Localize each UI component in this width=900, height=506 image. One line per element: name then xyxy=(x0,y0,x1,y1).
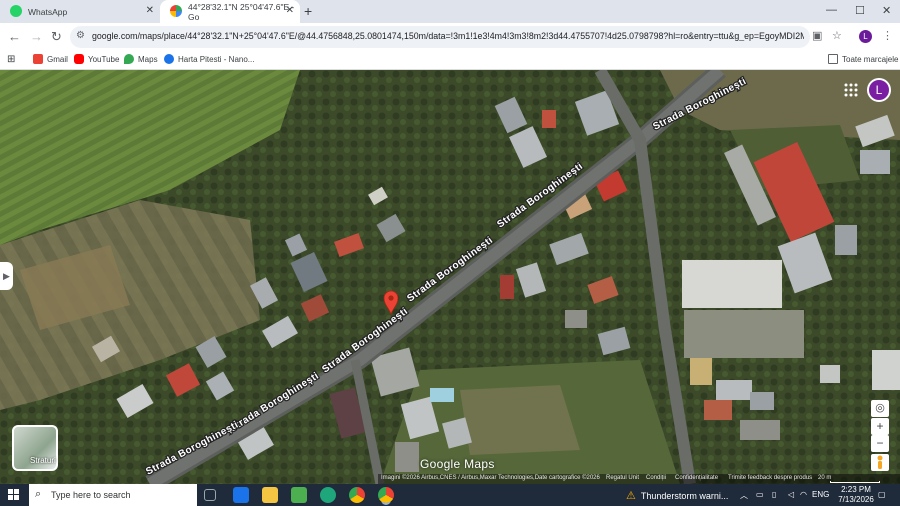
region-link[interactable]: Regatul Unit xyxy=(606,475,639,481)
bookmark-youtube[interactable]: YouTube xyxy=(74,54,119,64)
expand-sidebar-button[interactable]: ▶ xyxy=(0,262,13,290)
file-explorer-icon[interactable] xyxy=(262,487,278,503)
youtube-icon xyxy=(74,54,84,64)
privacy-link[interactable]: Confidențialitate xyxy=(675,475,718,481)
weather-widget[interactable]: ⚠ Thunderstorm warni... xyxy=(626,489,728,502)
bookmark-label: Harta Pitesti - Nano... xyxy=(178,54,255,64)
bookmark-harta[interactable]: Harta Pitesti - Nano... xyxy=(164,54,254,64)
minimize-icon[interactable]: — xyxy=(826,4,837,16)
zoom-in-button[interactable]: + xyxy=(871,418,889,435)
taskbar-search[interactable]: ⌕ Type here to search xyxy=(29,484,197,506)
imagery-credit: Imagini ©2026 Airbus,CNES / Airbus,Maxar… xyxy=(381,475,600,481)
notifications-icon[interactable]: ▢ xyxy=(878,490,886,499)
tab-whatsapp[interactable]: WhatsApp ✕ xyxy=(0,0,160,23)
install-app-icon[interactable]: ▣ xyxy=(812,29,822,42)
close-tab-icon[interactable]: ✕ xyxy=(146,5,154,16)
zoom-out-button[interactable]: − xyxy=(871,435,889,452)
account-avatar[interactable]: L xyxy=(867,78,891,102)
bookmark-label: YouTube xyxy=(88,54,120,64)
task-view-icon[interactable] xyxy=(204,489,216,501)
clock-time: 2:23 PM xyxy=(841,485,871,494)
reload-icon[interactable]: ↻ xyxy=(51,29,62,45)
gmail-icon xyxy=(33,54,43,64)
profile-avatar[interactable]: L xyxy=(859,30,872,43)
show-hidden-icons[interactable]: ︿ xyxy=(740,490,748,501)
satellite-map[interactable]: Strada Boroghinești Strada Boroghinești … xyxy=(0,70,900,484)
bookmark-gmail[interactable]: Gmail xyxy=(33,54,68,64)
chrome-active-icon[interactable] xyxy=(378,487,394,503)
bookmark-maps[interactable]: Maps xyxy=(124,54,158,64)
street-view-pegman-icon[interactable] xyxy=(871,454,889,471)
bookmark-label: Gmail xyxy=(47,54,68,64)
tab-maps[interactable]: 44°28'32.1"N 25°04'47.6"E - Go ✕ xyxy=(160,0,300,23)
tab-title: 44°28'32.1"N 25°04'47.6"E - Go xyxy=(188,1,295,22)
tab-title: WhatsApp xyxy=(28,6,68,17)
my-location-button[interactable]: ◎ xyxy=(871,400,889,417)
harta-icon xyxy=(164,54,174,64)
close-window-icon[interactable]: ✕ xyxy=(882,4,891,17)
close-tab-icon[interactable]: ✕ xyxy=(286,5,294,16)
layers-button[interactable]: Straturi xyxy=(12,425,58,471)
battery-icon[interactable]: ▯ xyxy=(772,490,776,499)
search-placeholder: Type here to search xyxy=(51,490,131,500)
satellite-imagery: Strada Boroghinești Strada Boroghinești … xyxy=(0,70,900,484)
volume-icon[interactable]: ◁ xyxy=(788,490,794,499)
google-apps-icon[interactable] xyxy=(844,83,858,97)
clock[interactable]: 2:23 PM 7/13/2026 xyxy=(836,485,876,505)
toolbar: ← → ↻ ⚙ google.com/maps/place/44°28'32.1… xyxy=(0,23,900,51)
forward-icon[interactable]: → xyxy=(30,29,43,44)
feedback-link[interactable]: Trimite feedback despre produs xyxy=(728,475,812,481)
address-bar[interactable]: ⚙ google.com/maps/place/44°28'32.1"N+25°… xyxy=(70,26,810,48)
menu-icon[interactable]: ⋮ xyxy=(882,29,893,42)
all-bookmarks-label: Toate marcajele xyxy=(842,54,899,64)
language-indicator[interactable]: ENG xyxy=(812,490,829,499)
google-maps-watermark: Google Maps xyxy=(420,457,495,471)
chrome-icon[interactable] xyxy=(349,487,365,503)
terms-link[interactable]: Condiții xyxy=(646,475,666,481)
store-icon[interactable] xyxy=(233,487,249,503)
scale-bar xyxy=(830,481,880,483)
site-info-icon[interactable]: ⚙ xyxy=(76,30,85,41)
bookmarks-bar: ⊞ Gmail YouTube Maps Harta Pitesti - Nan… xyxy=(0,51,900,70)
tab-strip: WhatsApp ✕ 44°28'32.1"N 25°04'47.6"E - G… xyxy=(0,0,900,23)
back-icon[interactable]: ← xyxy=(8,29,21,44)
maps-pin-icon xyxy=(124,54,134,64)
windows-start-icon[interactable] xyxy=(8,489,19,500)
thunderstorm-warning-icon: ⚠ xyxy=(626,490,636,502)
search-icon: ⌕ xyxy=(35,488,42,500)
microsoft-store-icon[interactable] xyxy=(291,487,307,503)
maps-icon xyxy=(170,5,182,17)
wifi-icon[interactable]: ◠ xyxy=(800,490,807,499)
bookmark-label: Maps xyxy=(138,54,158,64)
whatsapp-icon xyxy=(10,5,22,17)
network-icon[interactable]: ▭ xyxy=(756,490,764,499)
folder-icon xyxy=(828,54,838,64)
edge-icon[interactable] xyxy=(320,487,336,503)
attribution-bar: Imagini ©2026 Airbus,CNES / Airbus,Maxar… xyxy=(378,474,900,484)
bookmark-star-icon[interactable]: ☆ xyxy=(832,29,842,42)
weather-text: Thunderstorm warni... xyxy=(640,490,729,501)
clock-date: 7/13/2026 xyxy=(838,495,874,504)
url-text: google.com/maps/place/44°28'32.1"N+25°04… xyxy=(92,31,804,41)
new-tab-button[interactable]: + xyxy=(304,3,312,19)
apps-grid-icon[interactable]: ⊞ xyxy=(7,54,15,65)
maximize-icon[interactable]: ☐ xyxy=(855,4,865,17)
all-bookmarks[interactable]: Toate marcajele xyxy=(828,54,898,64)
layers-label: Straturi xyxy=(30,456,56,465)
taskbar: ⌕ Type here to search ⚠ Thunderstorm war… xyxy=(0,484,900,506)
